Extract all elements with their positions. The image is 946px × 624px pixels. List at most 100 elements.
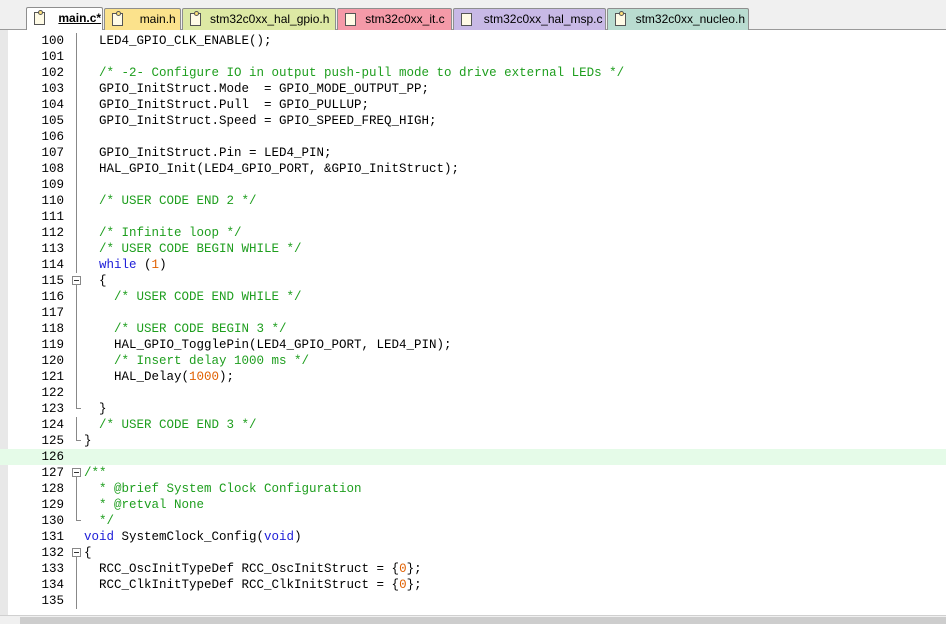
code-line[interactable]: 116 /* USER CODE END WHILE */ xyxy=(0,289,946,305)
code-line[interactable]: 109 xyxy=(0,177,946,193)
code-text: * @brief System Clock Configuration xyxy=(84,481,362,497)
code-line[interactable]: 124 /* USER CODE END 3 */ xyxy=(0,417,946,433)
code-text: /** xyxy=(84,465,107,481)
tab-label: main.h xyxy=(139,12,176,26)
fold-guide-line xyxy=(72,353,81,369)
line-number: 128 xyxy=(41,482,64,496)
line-number: 118 xyxy=(41,322,64,336)
code-line[interactable]: 105 GPIO_InitStruct.Speed = GPIO_SPEED_F… xyxy=(0,113,946,129)
fold-guide-line xyxy=(72,129,81,145)
code-line[interactable]: 122 xyxy=(0,385,946,401)
code-line[interactable]: 121 HAL_Delay(1000); xyxy=(0,369,946,385)
code-text: HAL_GPIO_Init(LED4_GPIO_PORT, &GPIO_Init… xyxy=(84,161,459,177)
code-line[interactable]: 123 } xyxy=(0,401,946,417)
line-number: 100 xyxy=(41,34,64,48)
code-line[interactable]: 108 HAL_GPIO_Init(LED4_GPIO_PORT, &GPIO_… xyxy=(0,161,946,177)
line-number: 109 xyxy=(41,178,64,192)
line-number: 112 xyxy=(41,226,64,240)
code-line[interactable]: 112 /* Infinite loop */ xyxy=(0,225,946,241)
code-token: LED4_GPIO_CLK_ENABLE(); xyxy=(84,34,272,48)
code-token: GPIO_InitStruct.Pull = GPIO_PULLUP; xyxy=(84,98,370,112)
fold-guide-line xyxy=(72,369,81,385)
code-token: RCC_ClkInitTypeDef RCC_ClkInitStruct = { xyxy=(84,578,400,592)
comment-token: /* -2- Configure IO in output push-pull … xyxy=(84,66,625,80)
tab-label: stm32c0xx_hal_msp.c xyxy=(483,12,603,26)
fold-end-marker xyxy=(72,513,81,529)
code-line[interactable]: 115 { xyxy=(0,273,946,289)
code-text: HAL_GPIO_TogglePin(LED4_GPIO_PORT, LED4_… xyxy=(84,337,452,353)
code-text: } xyxy=(84,433,92,449)
code-token: ( xyxy=(136,258,152,272)
fold-toggle-icon[interactable] xyxy=(72,545,81,561)
line-number: 114 xyxy=(41,258,64,272)
code-line[interactable]: 128 * @brief System Clock Configuration xyxy=(0,481,946,497)
code-line[interactable]: 120 /* Insert delay 1000 ms */ xyxy=(0,353,946,369)
code-token: GPIO_InitStruct.Speed = GPIO_SPEED_FREQ_… xyxy=(84,114,437,128)
fold-toggle-icon[interactable] xyxy=(72,465,81,481)
code-line[interactable]: 134 RCC_ClkInitTypeDef RCC_ClkInitStruct… xyxy=(0,577,946,593)
code-line[interactable]: 100 LED4_GPIO_CLK_ENABLE(); xyxy=(0,33,946,49)
line-number: 111 xyxy=(41,210,64,224)
line-number: 127 xyxy=(41,466,64,480)
tab-stm32c0xx-it-c[interactable]: stm32c0xx_it.c xyxy=(337,8,452,30)
code-line[interactable]: 118 /* USER CODE BEGIN 3 */ xyxy=(0,321,946,337)
c-file-icon xyxy=(345,13,356,26)
code-line[interactable]: 133 RCC_OscInitTypeDef RCC_OscInitStruct… xyxy=(0,561,946,577)
code-line[interactable]: 110 /* USER CODE END 2 */ xyxy=(0,193,946,209)
code-editor[interactable]: 100 LED4_GPIO_CLK_ENABLE(); 101 102 /* -2-… xyxy=(0,30,946,615)
line-number: 130 xyxy=(41,514,64,528)
line-number: 108 xyxy=(41,162,64,176)
code-token: GPIO_InitStruct.Pin = LED4_PIN; xyxy=(84,146,332,160)
tab-stm32c0xx-nucleo-h[interactable]: stm32c0xx_nucleo.h xyxy=(607,8,749,30)
code-line[interactable]: 130 */ xyxy=(0,513,946,529)
code-text: void SystemClock_Config(void) xyxy=(84,529,302,545)
code-token: }; xyxy=(406,578,422,592)
tab-label: stm32c0xx_it.c xyxy=(365,12,445,26)
fold-guide-line xyxy=(72,81,81,97)
tab-main-h[interactable]: main.h xyxy=(104,8,181,30)
h-file-icon xyxy=(615,11,626,26)
code-token: ) xyxy=(159,258,167,272)
code-line[interactable]: 119 HAL_GPIO_TogglePin(LED4_GPIO_PORT, L… xyxy=(0,337,946,353)
horizontal-scrollbar[interactable] xyxy=(0,615,946,624)
fold-guide-line xyxy=(72,337,81,353)
code-token: RCC_OscInitTypeDef RCC_OscInitStruct = { xyxy=(84,562,400,576)
horizontal-scrollbar-thumb[interactable] xyxy=(20,617,946,624)
code-line[interactable]: 107 GPIO_InitStruct.Pin = LED4_PIN; xyxy=(0,145,946,161)
fold-guide-line xyxy=(72,577,81,593)
c-file-modified-icon xyxy=(34,10,45,25)
code-line[interactable]: 101 xyxy=(0,49,946,65)
code-token: HAL_GPIO_Init(LED4_GPIO_PORT, &GPIO_Init… xyxy=(84,162,460,176)
line-number: 135 xyxy=(41,594,64,608)
line-number: 113 xyxy=(41,242,64,256)
comment-token: /* USER CODE END 3 */ xyxy=(84,418,257,432)
code-text: */ xyxy=(84,513,114,529)
code-line[interactable]: 117 xyxy=(0,305,946,321)
code-line[interactable]: 126 xyxy=(0,449,946,465)
code-line[interactable]: 103 GPIO_InitStruct.Mode = GPIO_MODE_OUT… xyxy=(0,81,946,97)
code-line[interactable]: 135 xyxy=(0,593,946,609)
code-line[interactable]: 131 void SystemClock_Config(void) xyxy=(0,529,946,545)
code-text: { xyxy=(84,273,107,289)
number-token: 1 xyxy=(151,258,160,272)
code-line[interactable]: 111 xyxy=(0,209,946,225)
code-line[interactable]: 102 /* -2- Configure IO in output push-p… xyxy=(0,65,946,81)
code-line[interactable]: 132 { xyxy=(0,545,946,561)
code-text: GPIO_InitStruct.Pull = GPIO_PULLUP; xyxy=(84,97,369,113)
fold-guide-line xyxy=(72,481,81,497)
tab-stm32c0xx-hal-msp-c[interactable]: stm32c0xx_hal_msp.c xyxy=(453,8,606,30)
code-line[interactable]: 114 while (1) xyxy=(0,257,946,273)
code-line[interactable]: 125} xyxy=(0,433,946,449)
fold-toggle-icon[interactable] xyxy=(72,273,81,289)
fold-guide-line xyxy=(72,97,81,113)
code-line[interactable]: 106 xyxy=(0,129,946,145)
tab-main-c[interactable]: main.c* xyxy=(26,7,103,30)
code-line[interactable]: 129 * @retval None xyxy=(0,497,946,513)
code-text: RCC_ClkInitTypeDef RCC_ClkInitStruct = {… xyxy=(84,577,422,593)
code-token: ); xyxy=(219,370,235,384)
code-line[interactable]: 113 /* USER CODE BEGIN WHILE */ xyxy=(0,241,946,257)
tab-stm32c0xx-hal-gpio-h[interactable]: stm32c0xx_hal_gpio.h xyxy=(182,8,336,30)
code-line[interactable]: 127 /** xyxy=(0,465,946,481)
code-line[interactable]: 104 GPIO_InitStruct.Pull = GPIO_PULLUP; xyxy=(0,97,946,113)
